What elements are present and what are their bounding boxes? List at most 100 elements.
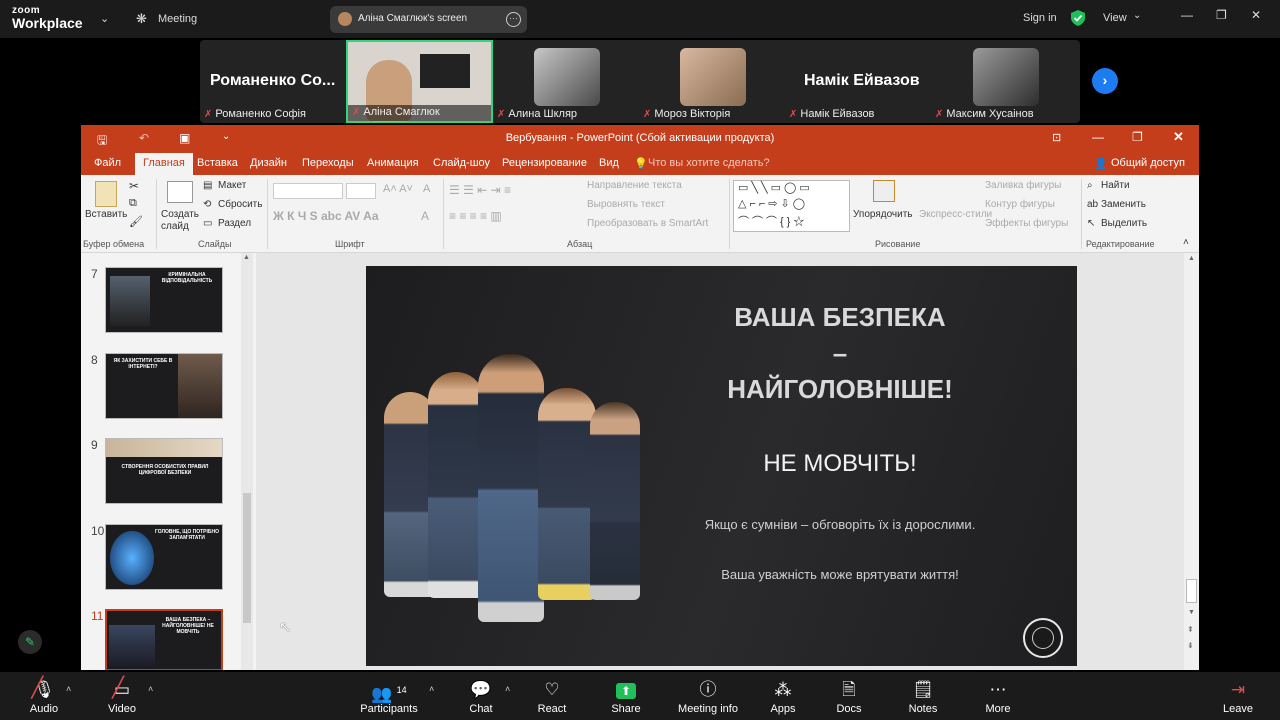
- screen-share-indicator[interactable]: Аліна Смаглюк's screen ···: [330, 6, 527, 33]
- next-page-arrow-icon[interactable]: ›: [1092, 68, 1118, 94]
- more-options-icon[interactable]: ···: [506, 12, 521, 27]
- smartart-button[interactable]: Преобразовать в SmartArt: [587, 218, 708, 229]
- meeting-info-button[interactable]: ⓘ Meeting info: [676, 672, 740, 720]
- emblem-logo: [1023, 618, 1063, 658]
- slide-thumbnail[interactable]: ГОЛОВНЕ, ЩО ПОТРІБНО ЗАПАМ'ЯТАТИ: [105, 524, 223, 590]
- share-button[interactable]: Общий доступ: [1111, 157, 1185, 169]
- chat-button[interactable]: 💬 Chat: [462, 672, 500, 720]
- audio-options-chevron-icon[interactable]: ˄: [66, 684, 71, 694]
- tab-review[interactable]: Рецензирование: [502, 157, 587, 169]
- quick-styles-button[interactable]: Экспресс-стили: [919, 209, 992, 220]
- align-text-button[interactable]: Выровнять текст: [587, 199, 665, 210]
- next-slide-icon[interactable]: ⇟: [1187, 641, 1194, 650]
- slide-thumbnail[interactable]: СТВОРЕННЯ ОСОБИСТИХ ПРАВИЛ ЦИФРОВОЇ БЕЗП…: [105, 438, 223, 504]
- slide-scrollbar[interactable]: ▲ ▼ ⇞ ⇟: [1184, 253, 1199, 670]
- font-name-field[interactable]: [273, 183, 343, 199]
- participant-tile[interactable]: Намік Ейвазов ✗ Намік Ейвазов: [785, 40, 931, 123]
- ribbon-divider: [1081, 179, 1082, 249]
- paste-icon[interactable]: [95, 181, 117, 207]
- annotate-pencil-icon[interactable]: ✎: [18, 630, 42, 654]
- select-button[interactable]: Выделить: [1101, 218, 1147, 229]
- replace-button[interactable]: Заменить: [1101, 199, 1146, 210]
- scrollbar-thumb[interactable]: [1186, 579, 1197, 603]
- tab-animations[interactable]: Анимация: [367, 157, 419, 169]
- tab-design[interactable]: Дизайн: [250, 157, 287, 169]
- participants-button[interactable]: 👥 14 Participants: [358, 672, 420, 720]
- restore-icon[interactable]: ❐: [1216, 8, 1227, 22]
- shape-fill-button[interactable]: Заливка фигуры: [985, 180, 1061, 191]
- tab-view[interactable]: Вид: [599, 157, 619, 169]
- notes-button[interactable]: 🗒 Notes: [904, 672, 942, 720]
- ribbon-display-icon[interactable]: ⊡: [1052, 131, 1061, 144]
- participant-tile[interactable]: ✗ Алина Шкляр: [493, 40, 639, 123]
- font-size-field[interactable]: [346, 183, 376, 199]
- share-screen-button[interactable]: ⬆ Share: [606, 672, 646, 720]
- video-button[interactable]: ▭ ╱ Video: [100, 672, 144, 720]
- docs-button[interactable]: 🗎 Docs: [830, 672, 868, 720]
- shapes-gallery[interactable]: ▭╲╲▭◯▭ △⌐⌐⇨⇩◯ ⌒⌒⌒{}☆: [733, 180, 850, 232]
- slide-thumbnail[interactable]: КРИМІНАЛЬНА ВІДПОВІДАЛЬНІСТЬ: [105, 267, 223, 333]
- ppt-minimize-icon[interactable]: —: [1092, 130, 1104, 144]
- layout-button[interactable]: Макет: [218, 180, 246, 191]
- current-slide[interactable]: ВАША БЕЗПЕКА – НАЙГОЛОВНІШЕ! НЕ МОВЧІТЬ!…: [366, 266, 1077, 666]
- ppt-restore-icon[interactable]: ❐: [1132, 130, 1143, 144]
- new-slide-button[interactable]: Создать слайд: [161, 209, 201, 233]
- tab-file[interactable]: Файл: [94, 157, 121, 169]
- reset-button[interactable]: Сбросить: [218, 199, 262, 210]
- scroll-up-icon[interactable]: ▲: [243, 254, 250, 261]
- video-options-chevron-icon[interactable]: ˄: [148, 684, 153, 694]
- copy-icon[interactable]: ⧉: [129, 197, 137, 210]
- find-button[interactable]: Найти: [1101, 180, 1130, 191]
- slide-thumbnail[interactable]: ЯК ЗАХИСТИТИ СЕБЕ В ІНТЕРНЕТІ?: [105, 353, 223, 419]
- slide-thumbnail-current[interactable]: ВАША БЕЗПЕКА – НАЙГОЛОВНІШЕ! НЕ МОВЧІТЬ: [105, 609, 223, 670]
- font-color-icon[interactable]: A: [421, 209, 429, 223]
- participants-options-chevron-icon[interactable]: ˄: [429, 684, 434, 694]
- leave-button[interactable]: ⇥ Leave: [1219, 672, 1257, 720]
- participant-tile-active[interactable]: ✗ Аліна Смаглюк: [346, 40, 493, 123]
- collapse-ribbon-icon[interactable]: ˄: [1183, 237, 1189, 248]
- apps-button[interactable]: ⁂ Apps: [764, 672, 802, 720]
- sign-in-button[interactable]: Sign in: [1023, 12, 1057, 24]
- participant-tile[interactable]: ✗ Мороз Вікторія: [639, 40, 785, 123]
- tell-me-search[interactable]: Что вы хотите сделать?: [648, 157, 770, 169]
- text-direction-button[interactable]: Направление текста: [587, 180, 682, 191]
- align-icons[interactable]: ≡ ≡ ≡ ≡ ▥: [449, 209, 502, 223]
- arrange-icon[interactable]: [873, 180, 895, 202]
- scroll-down-icon[interactable]: ▼: [1188, 609, 1195, 616]
- audio-button[interactable]: 🎙 ╱ Audio: [22, 672, 66, 720]
- ppt-close-icon[interactable]: ✕: [1173, 129, 1184, 145]
- paste-button[interactable]: Вставить: [85, 209, 127, 220]
- view-chevron-icon[interactable]: ⌄: [1133, 10, 1141, 21]
- tab-insert[interactable]: Вставка: [197, 157, 238, 169]
- scroll-up-icon[interactable]: ▲: [1188, 255, 1195, 262]
- grow-font-icon[interactable]: A˄ A˅: [383, 183, 413, 195]
- format-painter-icon[interactable]: 🖌: [129, 215, 143, 228]
- section-button[interactable]: Раздел: [218, 218, 251, 229]
- shield-check-icon[interactable]: [1071, 10, 1085, 26]
- tab-transitions[interactable]: Переходы: [302, 157, 354, 169]
- cut-icon[interactable]: ✂: [129, 179, 139, 193]
- view-button[interactable]: View: [1103, 12, 1127, 24]
- minimize-icon[interactable]: —: [1181, 8, 1193, 22]
- chat-options-chevron-icon[interactable]: ˄: [505, 684, 510, 694]
- close-icon[interactable]: ✕: [1251, 8, 1261, 22]
- font-style-icons[interactable]: Ж К Ч S abc AV Aa: [273, 209, 379, 223]
- scrollbar-thumb[interactable]: [243, 493, 251, 623]
- chevron-down-icon[interactable]: ⌄: [100, 12, 109, 25]
- thumbnail-scrollbar[interactable]: ▲: [241, 253, 253, 670]
- shape-outline-button[interactable]: Контур фигуры: [985, 199, 1055, 210]
- tab-slideshow[interactable]: Слайд-шоу: [433, 157, 490, 169]
- more-button[interactable]: ⋯ More: [979, 672, 1017, 720]
- list-icons[interactable]: ☰ ☰ ⇤ ⇥ ≡: [449, 183, 511, 197]
- meeting-label[interactable]: Meeting: [158, 13, 197, 25]
- new-slide-icon[interactable]: [167, 181, 193, 203]
- clear-format-icon[interactable]: A: [423, 183, 430, 195]
- tab-home[interactable]: Главная: [135, 153, 193, 175]
- shape-effects-button[interactable]: Эффекты фигуры: [985, 218, 1068, 229]
- participant-tile[interactable]: ✗ Максим Хусаінов: [931, 40, 1080, 123]
- react-button[interactable]: ♡ React: [532, 672, 572, 720]
- arrange-button[interactable]: Упорядочить: [853, 209, 913, 220]
- previous-slide-icon[interactable]: ⇞: [1187, 625, 1194, 634]
- participant-label: ✗ Романенко Софія: [204, 108, 306, 120]
- participant-tile[interactable]: Романенко Со... ✗ Романенко Софія: [200, 40, 346, 123]
